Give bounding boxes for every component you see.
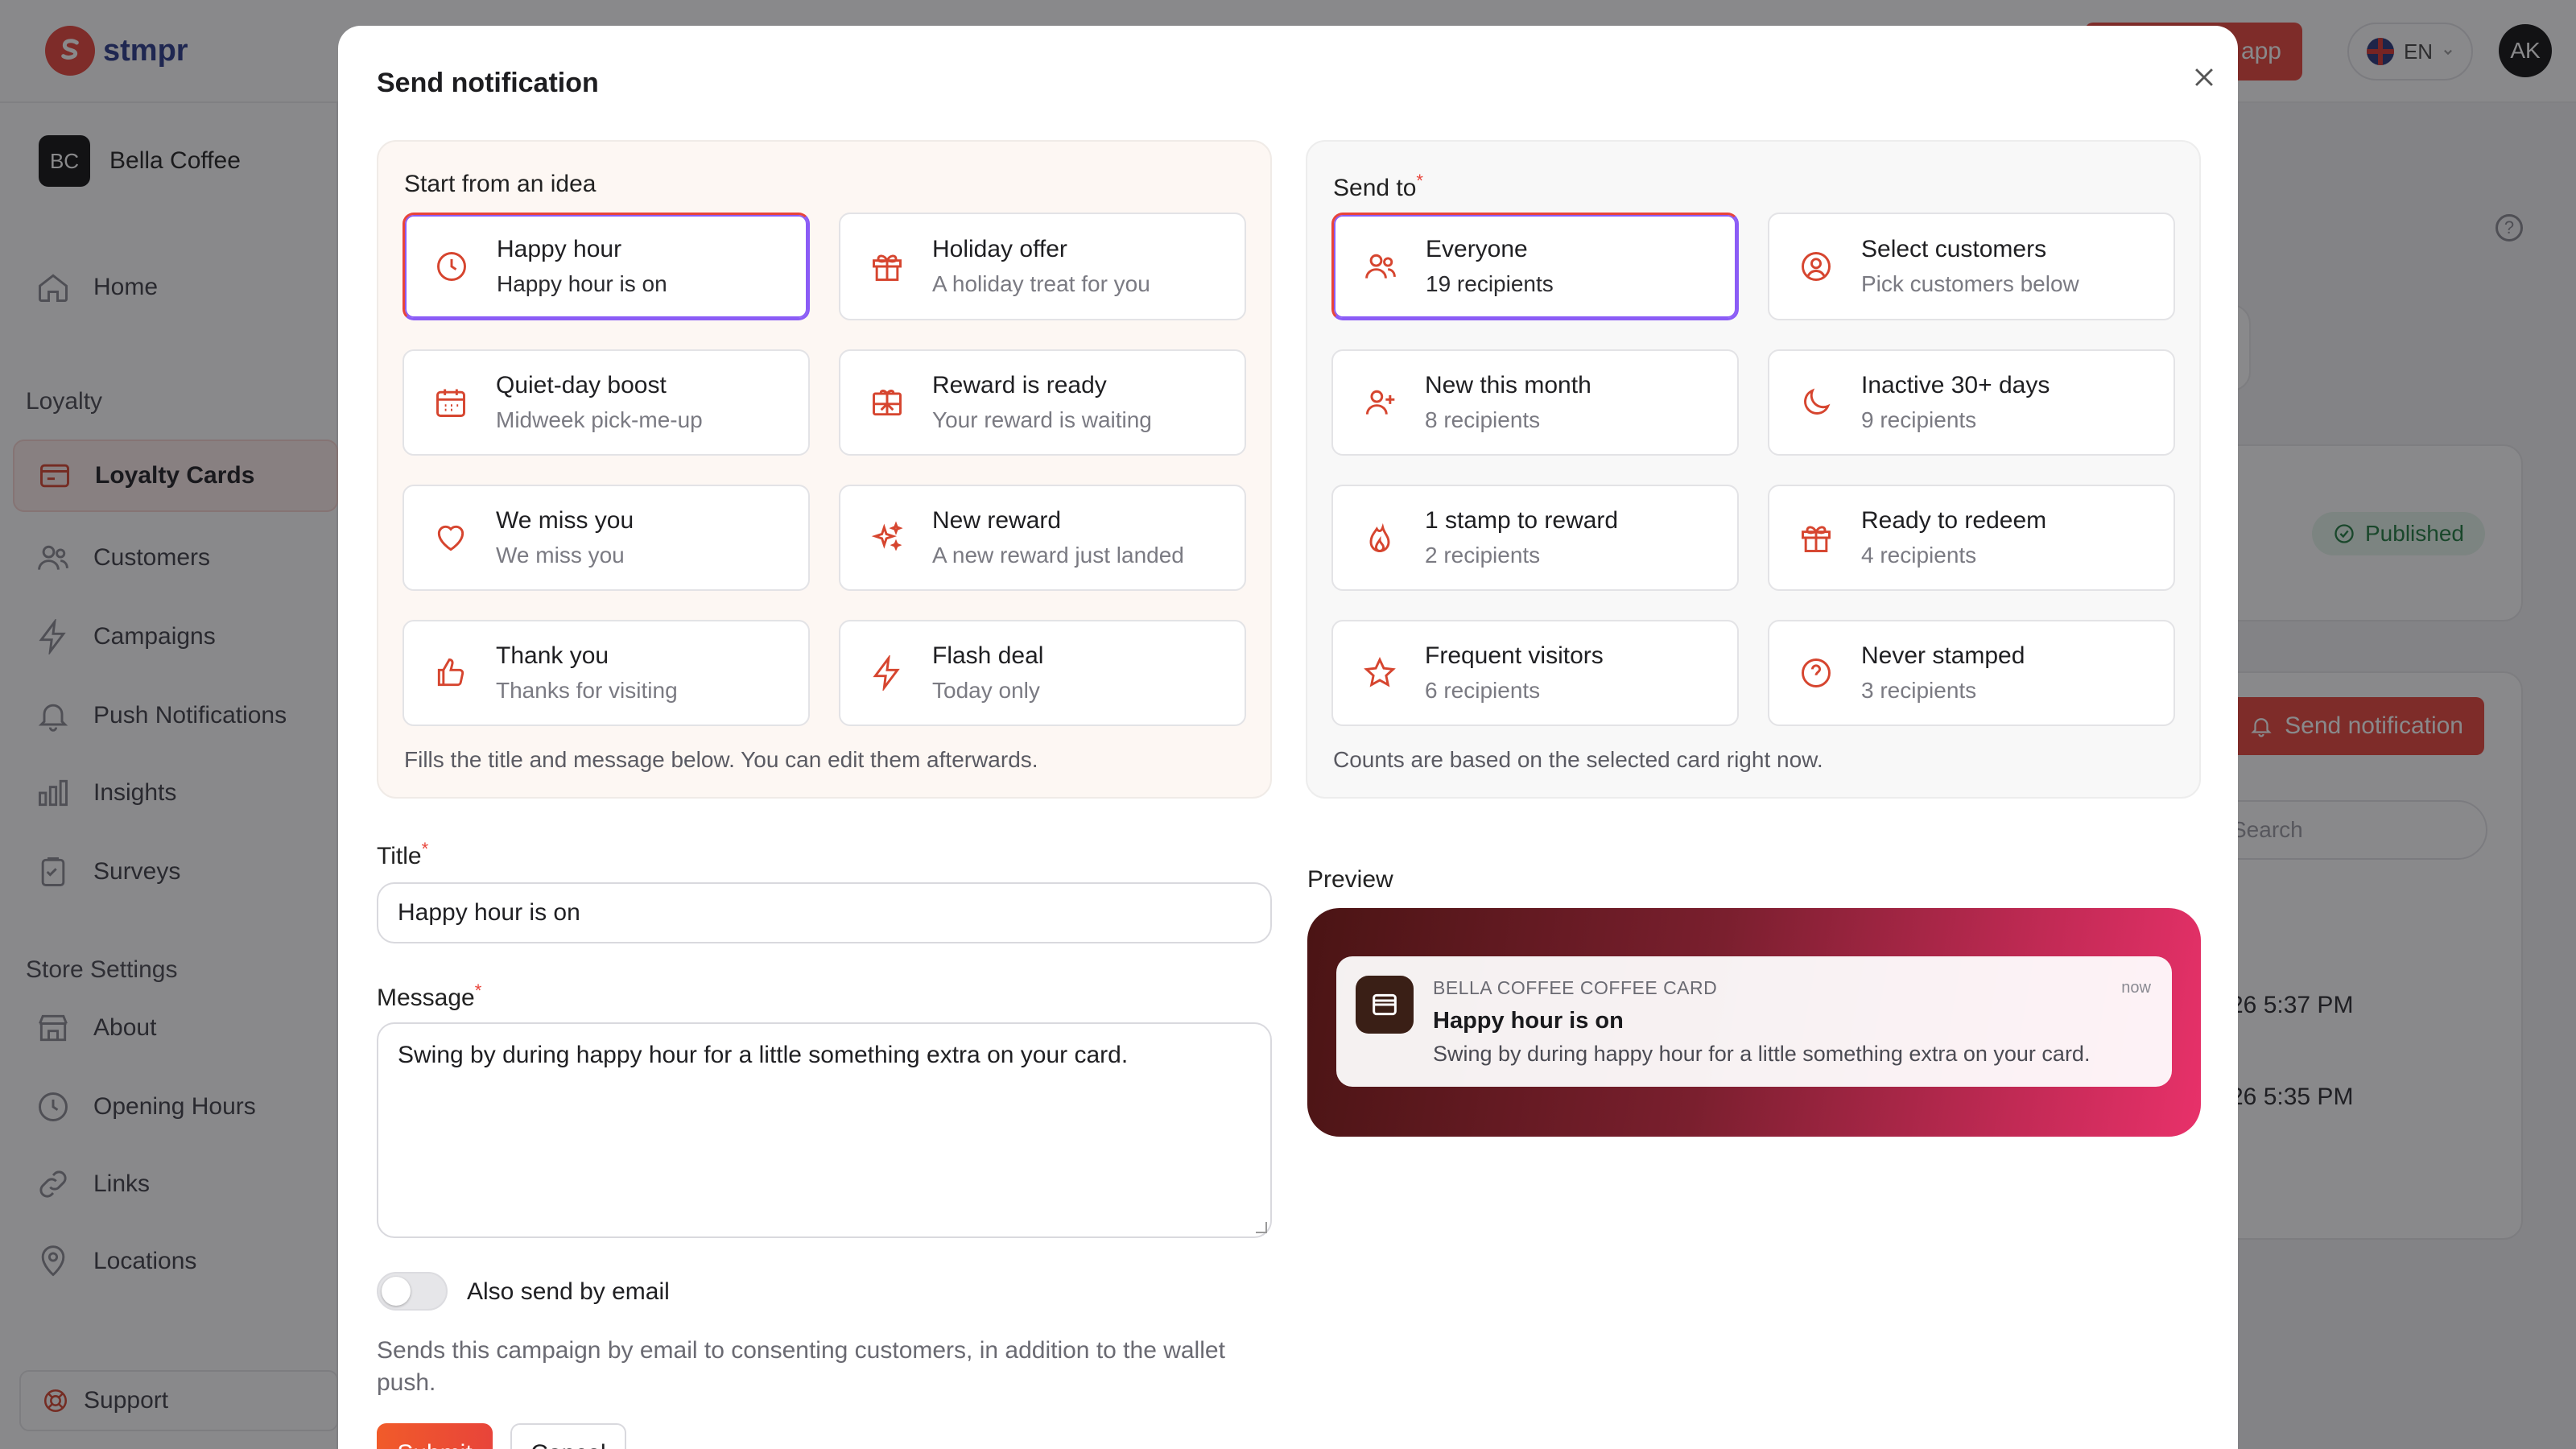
option-title: Everyone [1426,236,1528,262]
audience-option-inactive-30-days[interactable]: Inactive 30+ days 9 recipients [1768,349,2175,456]
option-subtitle: 6 recipients [1425,678,1541,703]
user-circle-icon [1802,252,1831,281]
idea-option-flash-deal[interactable]: Flash deal Today only [839,620,1246,726]
notification-app-name: BELLA COFFEE COFFEE CARD [1433,977,1718,998]
option-subtitle: 8 recipients [1425,407,1541,432]
idea-option-holiday-offer[interactable]: Holiday offer A holiday treat for you [839,213,1246,320]
option-subtitle: A holiday treat for you [932,271,1150,296]
option-subtitle: Thanks for visiting [496,678,678,703]
gift-icon [1802,526,1831,552]
option-subtitle: Today only [932,678,1040,703]
option-title: New this month [1425,372,1591,398]
option-title: Happy hour [497,236,622,262]
option-subtitle: Midweek pick-me-up [496,407,703,432]
preview-label: Preview [1307,866,1393,893]
option-title: Quiet-day boost [496,372,667,398]
ideas-footnote: Fills the title and message below. You c… [404,747,1038,772]
idea-option-new-reward[interactable]: New reward A new reward just landed [839,485,1246,591]
message-label: Message* [377,980,482,1011]
submit-button[interactable]: Submit [377,1423,493,1449]
toggle-knob [382,1277,411,1306]
idea-option-reward-is-ready[interactable]: Reward is ready Your reward is waiting [839,349,1246,456]
option-subtitle: 2 recipients [1425,543,1541,568]
sparkles-icon [871,521,903,551]
notification-time: now [2121,979,2151,997]
users-icon [1365,254,1396,279]
calendar-icon [436,389,465,417]
send-to-label: Send to* [1333,171,1423,201]
option-title: Select customers [1861,236,2047,262]
cancel-button[interactable]: Cancel [510,1423,626,1449]
option-title: 1 stamp to reward [1425,507,1619,534]
option-subtitle: We miss you [496,543,625,568]
option-title: Inactive 30+ days [1861,372,2050,398]
resize-handle[interactable] [1256,1222,1267,1233]
audience-option-select-customers[interactable]: Select customers Pick customers below [1768,213,2175,320]
email-toggle-help: Sends this campaign by email to consenti… [377,1337,1225,1396]
email-toggle-label: Also send by email [467,1278,670,1305]
gift-icon [873,254,902,281]
idea-option-quiet-day-boost[interactable]: Quiet-day boost Midweek pick-me-up [402,349,810,456]
modal-title: Send notification [377,68,599,98]
required-marker: * [421,839,429,859]
thumbs-up-icon [437,658,464,687]
option-subtitle: Pick customers below [1861,271,2079,296]
question-circle-icon [1802,658,1831,687]
heart-icon [437,525,464,551]
audience-footnote: Counts are based on the selected card ri… [1333,747,1823,772]
option-title: New reward [932,507,1062,534]
idea-option-thank-you[interactable]: Thank you Thanks for visiting [402,620,810,726]
option-subtitle: 3 recipients [1861,678,1977,703]
option-subtitle: Happy hour is on [497,271,667,296]
send-notification-modal: Send notification Start from an idea Hap… [338,26,2238,1449]
option-title: Frequent visitors [1425,642,1604,669]
option-title: Ready to redeem [1861,507,2047,534]
audience-option-ready-to-redeem[interactable]: Ready to redeem 4 recipients [1768,485,2175,591]
lightning-icon [873,655,900,691]
title-label: Title* [377,839,429,869]
audience-panel: Send to* Everyone 19 recipients Select cu… [1306,140,2201,799]
notification-title: Happy hour is on [1433,1008,1624,1034]
option-subtitle: A new reward just landed [932,543,1184,568]
idea-option-we-miss-you[interactable]: We miss you We miss you [402,485,810,591]
audience-option-everyone[interactable]: Everyone 19 recipients [1331,213,1739,320]
title-input[interactable]: Happy hour is on [377,882,1272,943]
email-toggle[interactable] [377,1272,448,1311]
required-marker: * [1416,171,1423,191]
wallet-app-icon [1356,976,1414,1034]
close-button[interactable] [2178,52,2230,103]
message-text: Swing by during happy hour for a little … [398,1042,1129,1068]
audience-option-new-this-month[interactable]: New this month 8 recipients [1331,349,1739,456]
ideas-panel: Start from an idea Happy hour Happy hour … [377,140,1272,799]
option-subtitle: 19 recipients [1426,271,1554,296]
notification-body: Swing by during happy hour for a little … [1433,1042,2091,1066]
option-subtitle: Your reward is waiting [932,407,1152,432]
audience-option-never-stamped[interactable]: Never stamped 3 recipients [1768,620,2175,726]
option-title: Thank you [496,642,609,669]
option-title: We miss you [496,507,634,534]
option-title: Flash deal [932,642,1044,669]
option-title: Never stamped [1861,642,2025,669]
flame-icon [1369,522,1390,552]
option-title: Holiday offer [932,236,1067,262]
audience-option-frequent-visitors[interactable]: Frequent visitors 6 recipients [1331,620,1739,726]
notification-card: BELLA COFFEE COFFEE CARD now Happy hour … [1336,956,2172,1087]
required-marker: * [474,980,482,1001]
ideas-label: Start from an idea [404,171,597,197]
idea-option-happy-hour[interactable]: Happy hour Happy hour is on [402,213,810,320]
clock-icon [437,252,466,281]
audience-option-1-stamp-to-reward[interactable]: 1 stamp to reward 2 recipients [1331,485,1739,591]
moon-icon [1804,388,1831,415]
close-icon [2195,68,2213,86]
option-title: Reward is ready [932,372,1107,398]
option-subtitle: 4 recipients [1861,543,1977,568]
gift-box-icon [873,390,902,416]
star-icon [1364,657,1396,687]
user-plus-icon [1365,390,1395,415]
message-textarea[interactable]: Swing by during happy hour for a little … [377,1022,1272,1238]
notification-preview: BELLA COFFEE COFFEE CARD now Happy hour … [1307,908,2201,1137]
option-subtitle: 9 recipients [1861,407,1977,432]
